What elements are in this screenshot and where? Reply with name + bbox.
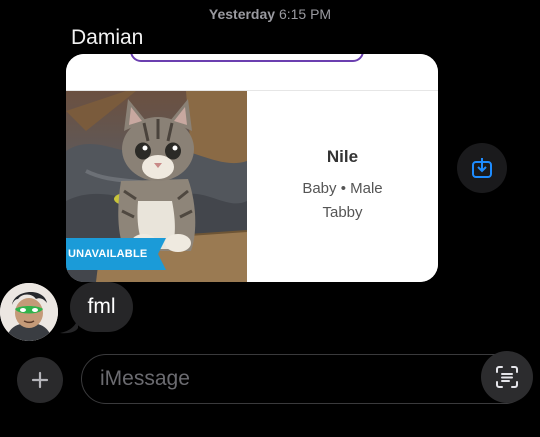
text-scan-button[interactable] [481,351,533,403]
pet-sex: Male [350,180,383,197]
card-top-pill [130,54,364,62]
message-bubble[interactable]: fml [70,282,133,332]
unavailable-badge-label: UNAVAILABLE [68,248,148,260]
contact-avatar[interactable] [0,283,58,341]
sender-name: Damian [71,26,144,49]
pet-age: Baby [302,180,337,197]
text-scan-icon [496,366,518,388]
add-attachment-button[interactable] [17,357,63,403]
pet-info-panel: Nile Baby • Male Tabby [247,91,438,282]
message-timestamp: Yesterday 6:15 PM [0,6,540,22]
download-to-share-icon [472,158,492,178]
save-share-button[interactable] [457,143,507,193]
plus-icon [31,371,49,389]
pet-age-sex-line: Baby • Male [247,177,438,201]
message-text: fml [87,295,116,318]
timestamp-day: Yesterday [208,6,276,22]
card-top-strip [66,54,438,90]
pet-breed: Tabby [322,204,363,221]
link-preview-card[interactable]: UNAVAILABLE Nile Baby • Male Tabby [66,54,438,282]
message-input-placeholder: iMessage [100,367,190,390]
timestamp-time: 6:15 PM [278,6,332,22]
pet-name: Nile [326,147,359,166]
pet-details: Baby • Male Tabby [247,177,438,225]
message-input[interactable]: iMessage [81,354,530,404]
pet-separator: • [340,180,346,197]
